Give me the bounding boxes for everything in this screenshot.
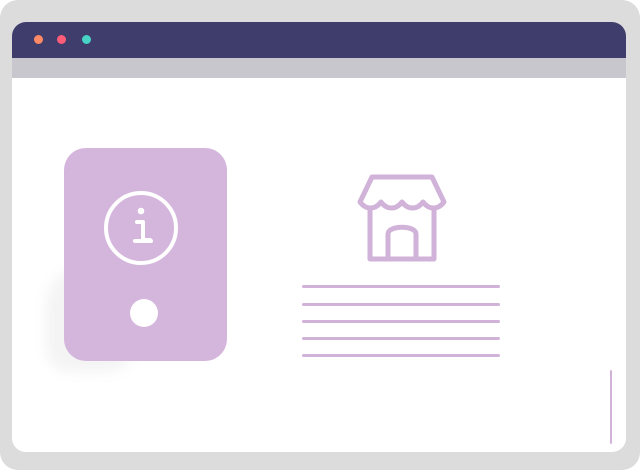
circle-button-icon[interactable] [130, 299, 158, 327]
content-line [302, 337, 500, 340]
window-dot-red[interactable] [57, 35, 66, 44]
window-dot-teal[interactable] [82, 35, 91, 44]
device-frame [0, 0, 640, 470]
window-titlebar [12, 22, 626, 58]
content-line [302, 320, 500, 323]
browser-window [12, 22, 626, 452]
phone-illustration [64, 148, 227, 361]
content-line [302, 303, 500, 306]
scrollbar[interactable] [610, 370, 612, 444]
content-line [302, 354, 500, 357]
page-content [12, 78, 626, 452]
window-dot-orange[interactable] [34, 35, 43, 44]
content-line [302, 285, 500, 288]
info-icon [104, 191, 178, 265]
window-toolbar [12, 58, 626, 78]
store-icon [357, 174, 447, 262]
